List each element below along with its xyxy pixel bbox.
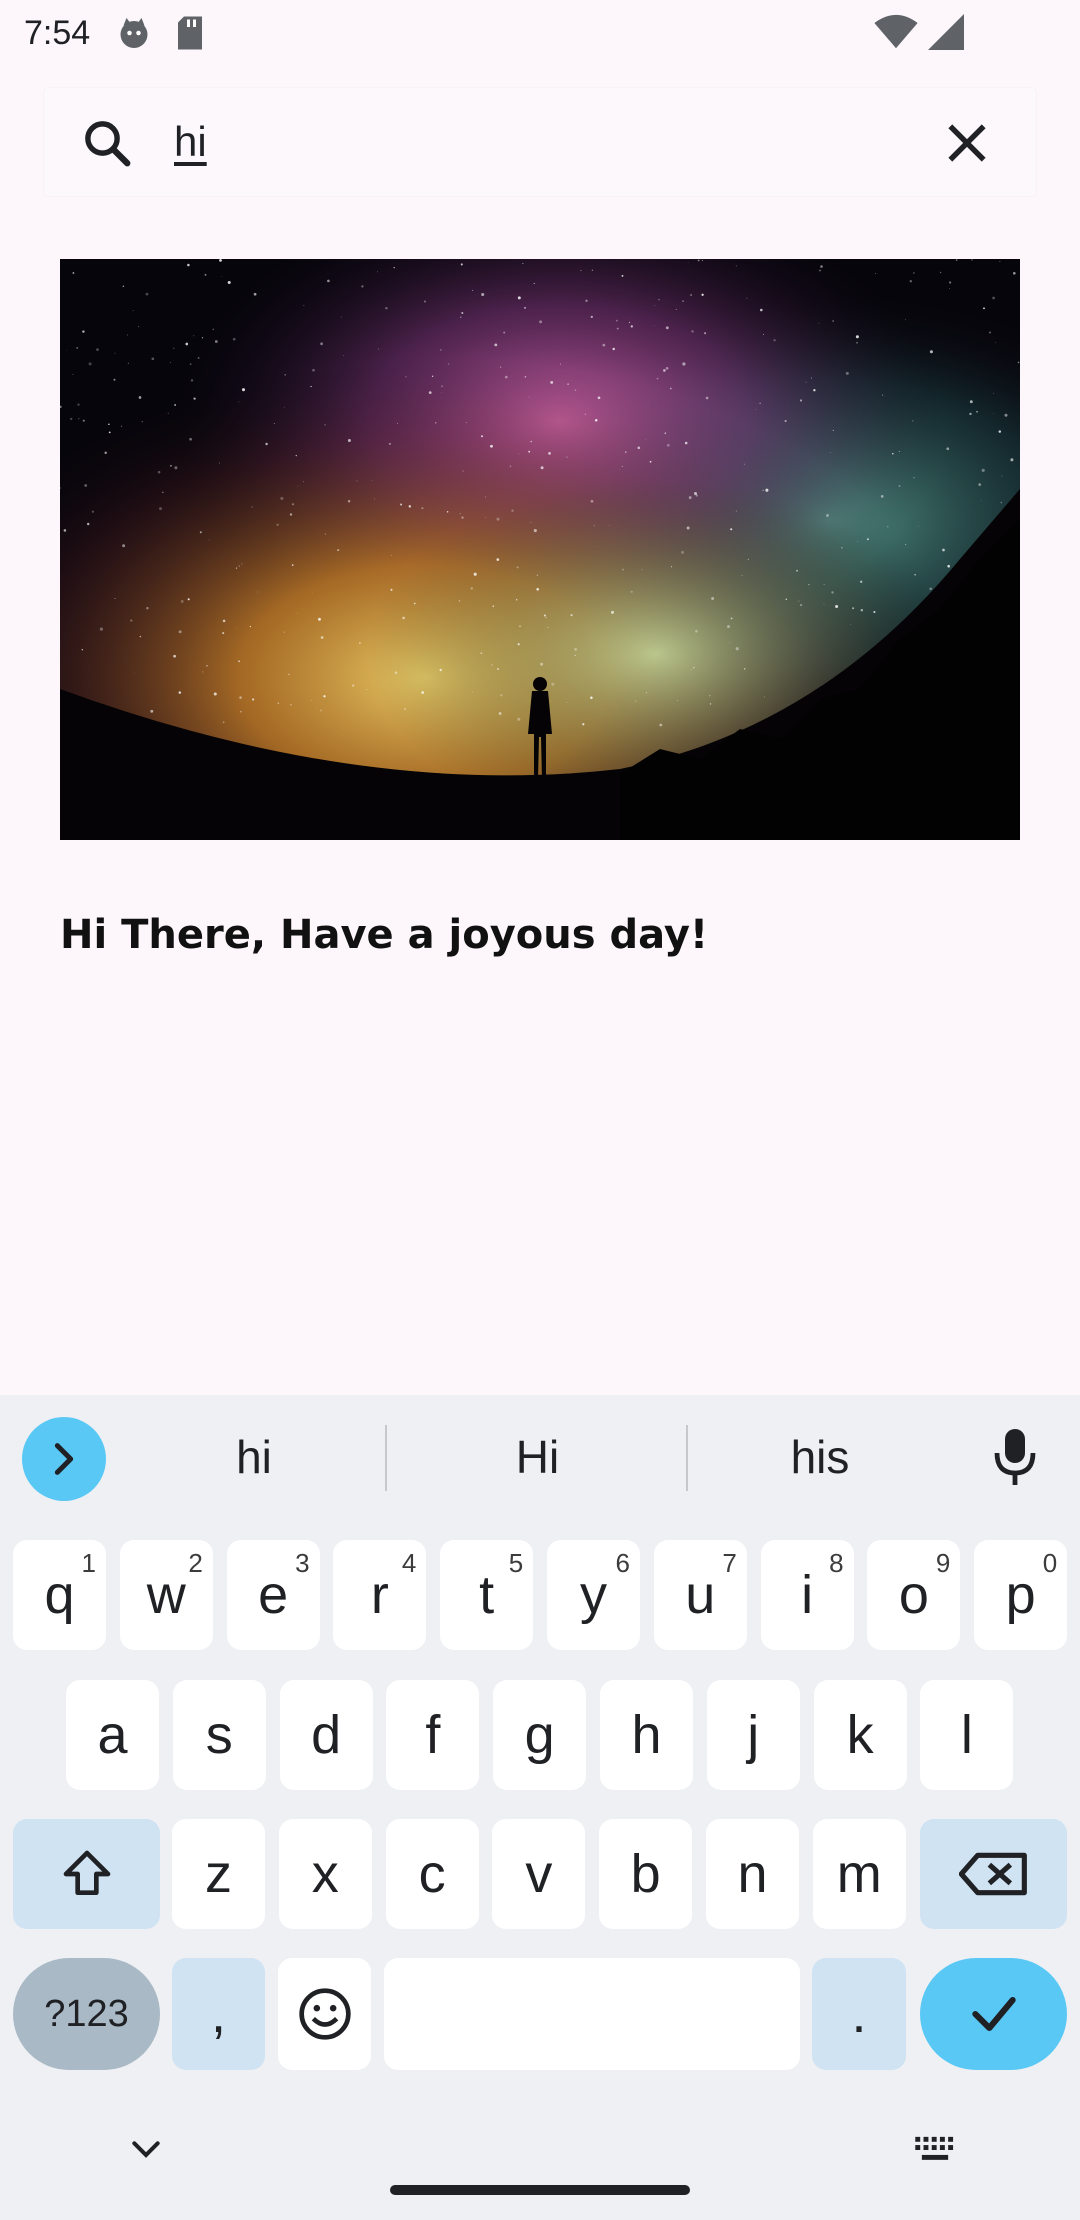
key-s[interactable]: s <box>172 1680 266 1790</box>
face-icon <box>120 18 148 48</box>
suggestion-3[interactable]: his <box>700 1425 940 1489</box>
expand-toolbar-button[interactable] <box>22 1417 106 1501</box>
key-t[interactable]: t5 <box>440 1540 534 1650</box>
suggestion-divider <box>385 1425 387 1491</box>
done-key[interactable] <box>920 1958 1067 2070</box>
chevron-down-icon[interactable] <box>126 2130 166 2170</box>
milky-way-image <box>60 259 1020 840</box>
key-z[interactable]: z <box>172 1819 265 1929</box>
key-hint: 8 <box>829 1548 844 1578</box>
key-label: w <box>146 1565 186 1625</box>
key-p[interactable]: p0 <box>974 1540 1068 1650</box>
key-d[interactable]: d <box>279 1680 373 1790</box>
key-e[interactable]: e3 <box>226 1540 320 1650</box>
close-icon[interactable] <box>942 118 992 168</box>
key-v[interactable]: v <box>492 1819 586 1929</box>
space-bar[interactable] <box>384 1958 800 2070</box>
key-label: r <box>370 1565 389 1625</box>
search-input[interactable] <box>174 110 934 174</box>
status-bar: 7:54 <box>0 0 1080 66</box>
key-f[interactable]: f <box>386 1680 480 1790</box>
key-label: i <box>801 1565 814 1625</box>
wifi-icon <box>874 14 918 49</box>
soft-keyboard: hi Hi his q1w2e3r4t5y6u7i8o9p0 asdfghjkl… <box>0 1395 1080 2220</box>
notification-icons <box>116 15 206 51</box>
emoji-icon <box>298 1988 351 2040</box>
key-r[interactable]: r4 <box>333 1540 427 1650</box>
key-a[interactable]: a <box>66 1680 159 1790</box>
shift-arrow-icon <box>63 1850 110 1895</box>
key-hint: 2 <box>188 1548 203 1578</box>
result-image[interactable] <box>60 259 1020 840</box>
checkmark-icon <box>971 1996 1016 2032</box>
key-hint: 9 <box>935 1548 951 1578</box>
key-hint: 5 <box>508 1548 524 1578</box>
keyboard-switch-icon[interactable] <box>912 2132 958 2168</box>
chevron-right-icon <box>54 1443 74 1475</box>
signal-icon <box>928 14 964 50</box>
key-hint: 3 <box>295 1548 310 1578</box>
shift-key[interactable] <box>13 1819 160 1929</box>
key-u[interactable]: u7 <box>653 1540 747 1650</box>
symbols-key[interactable]: ?123 <box>13 1958 160 2070</box>
comma-key[interactable]: , <box>172 1958 265 2070</box>
key-o[interactable]: o9 <box>867 1540 961 1650</box>
key-hint: 0 <box>1042 1548 1058 1578</box>
key-label: t <box>479 1565 495 1625</box>
key-label: e <box>258 1565 289 1625</box>
sd-card-icon <box>178 16 203 50</box>
emoji-key[interactable] <box>278 1958 371 2070</box>
status-time: 7:54 <box>24 13 91 52</box>
search-icon[interactable] <box>80 116 134 170</box>
home-indicator[interactable] <box>390 2185 690 2195</box>
suggestion-strip: hi Hi his <box>0 1395 1080 1515</box>
key-label: p <box>1005 1565 1036 1625</box>
suggestion-divider <box>686 1425 688 1491</box>
key-h[interactable]: h <box>600 1680 693 1790</box>
key-hint: 1 <box>81 1548 96 1578</box>
key-n[interactable]: n <box>706 1819 799 1929</box>
backspace-key[interactable] <box>920 1819 1067 1929</box>
key-k[interactable]: k <box>813 1680 907 1790</box>
key-b[interactable]: b <box>599 1819 693 1929</box>
key-hint: 6 <box>615 1548 630 1578</box>
system-icons <box>874 14 964 50</box>
key-c[interactable]: c <box>385 1819 479 1929</box>
suggestion-2[interactable]: Hi <box>400 1425 675 1489</box>
key-l[interactable]: l <box>920 1680 1014 1790</box>
key-q[interactable]: q1 <box>13 1540 106 1650</box>
key-g[interactable]: g <box>493 1680 587 1790</box>
microphone-icon[interactable] <box>990 1427 1040 1487</box>
key-hint: 7 <box>722 1548 737 1578</box>
key-x[interactable]: x <box>278 1819 372 1929</box>
key-j[interactable]: j <box>706 1680 800 1790</box>
key-label: u <box>685 1565 716 1625</box>
key-i[interactable]: i8 <box>760 1540 854 1650</box>
key-hint: 4 <box>401 1548 417 1578</box>
key-y[interactable]: y6 <box>547 1540 640 1650</box>
period-key[interactable]: . <box>812 1958 906 2070</box>
key-w[interactable]: w2 <box>119 1540 213 1650</box>
keyboard-nav-row <box>0 2110 1080 2220</box>
key-label: q <box>44 1565 75 1625</box>
key-label: o <box>898 1565 929 1625</box>
key-label: y <box>580 1565 607 1625</box>
result-title[interactable]: Hi There, Have a joyous day! <box>60 912 1020 958</box>
key-m[interactable]: m <box>812 1819 906 1929</box>
search-bar <box>44 88 1036 196</box>
suggestion-1[interactable]: hi <box>140 1425 368 1489</box>
backspace-icon <box>958 1852 1027 1896</box>
